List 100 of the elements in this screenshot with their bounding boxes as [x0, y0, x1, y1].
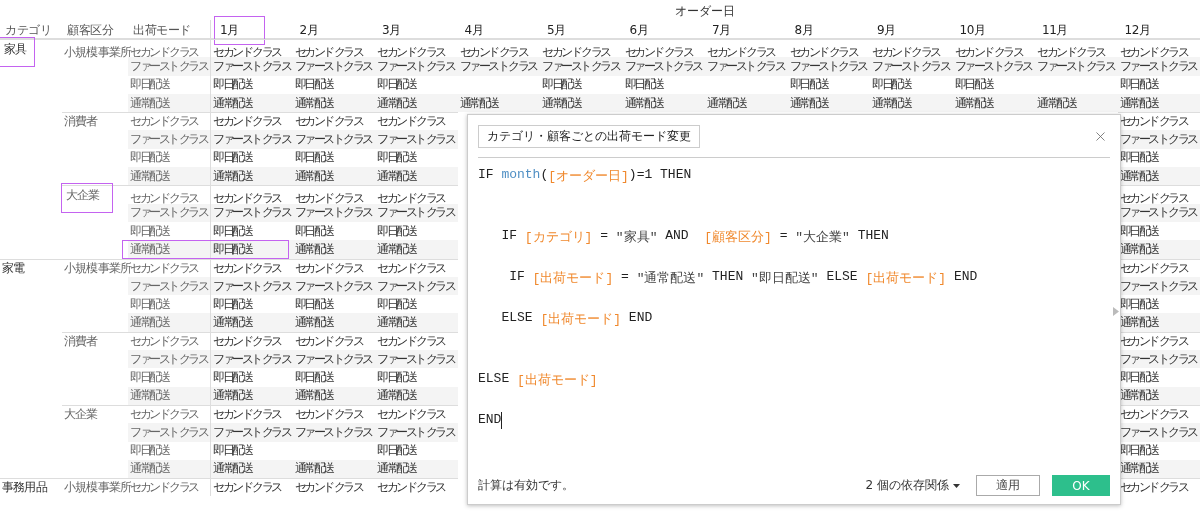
month-header: 6月: [629, 22, 649, 39]
table-cell: ファースト クラス: [787, 57, 870, 76]
table-cell: 通常配送: [375, 167, 458, 186]
field-reference: [出荷モード]: [517, 372, 598, 389]
month-header: 3月: [382, 22, 401, 39]
segment-label: 大企業: [64, 186, 110, 211]
table-cell: ファースト クラス: [210, 130, 293, 149]
table-cell-text: 即日配送: [1118, 149, 1159, 167]
month-header: 4月: [464, 22, 484, 39]
table-cell: 通常配送: [292, 93, 375, 113]
code-text: =: [599, 228, 610, 243]
table-cell: 通常配送: [210, 386, 293, 405]
table-cell: 通常配送: [705, 93, 788, 113]
table-cell: 通常配送: [292, 240, 375, 259]
month-header: 2月: [299, 22, 319, 39]
dependencies-dropdown[interactable]: 2 個の依存関係: [865, 477, 960, 494]
code-editor[interactable]: IF month([オーダー日])=1 THEN IF [カテゴリ] = "家具" AND [顧客区分] = "大企業" THEN IF [出荷モード] = "通常配送" THEN "即日配送" ELSE [出荷モード] END ELSE [出荷モード] END ELSE [出荷モード] END: [478, 158, 1110, 475]
row-header: 顧客区分: [67, 22, 113, 39]
row-header-cell-text: 即日配送: [129, 442, 170, 460]
table-cell: ファースト クラス: [375, 350, 458, 369]
table-cell: 通常配送: [292, 313, 375, 332]
table-cell-text: 即日配送: [1118, 222, 1159, 240]
row-header-cell-text: 即日配送: [129, 369, 170, 386]
table-cell: ファースト クラス: [952, 57, 1035, 76]
row-header-cell: 通常配送: [128, 313, 210, 332]
row-header-cell-text: 即日配送: [129, 222, 170, 240]
table-cell: ファースト クラス: [292, 423, 375, 442]
table-cell: 通常配送: [1035, 93, 1118, 113]
row-header-cell-text: 即日配送: [129, 295, 170, 313]
field-reference: [出荷モード]: [532, 270, 614, 287]
table-cell: ファースト クラス: [375, 130, 458, 149]
code-keyword: THEN: [856, 228, 889, 243]
close-icon[interactable]: [1093, 129, 1108, 144]
table-cell: 通常配送: [210, 459, 293, 479]
table-cell: ファースト クラス: [1035, 57, 1118, 76]
field-reference: [顧客区分]: [704, 229, 772, 246]
table-cell: ファースト クラス: [210, 276, 293, 296]
string-literal: "大企業": [795, 229, 850, 246]
calculation-name-field[interactable]: カテゴリ・顧客ごとの出荷モード変更: [478, 125, 700, 148]
table-cell: ファースト クラス: [375, 203, 458, 222]
table-cell: ファースト クラス: [210, 57, 293, 76]
code-text: =: [620, 269, 630, 284]
row-header-cell: ファースト クラス: [128, 57, 210, 76]
table-cell-text: 即日配送: [871, 76, 912, 94]
table-cell: ファースト クラス: [292, 203, 375, 222]
code-keyword: ELSE: [478, 371, 511, 386]
code-text: (: [540, 167, 549, 182]
table-cell: 通常配送: [375, 386, 458, 405]
table-cell: ファースト クラス: [210, 350, 293, 369]
table-cell: 通常配送: [952, 93, 1035, 113]
code-function: month: [501, 167, 541, 182]
table-cell: セカンド クラス: [375, 258, 458, 277]
table-cell: ファースト クラス: [870, 57, 953, 76]
code-keyword: END: [627, 310, 653, 325]
apply-button[interactable]: 適用: [976, 475, 1040, 496]
table-cell: ファースト クラス: [210, 423, 293, 442]
table-cell-text: 即日配送: [376, 149, 417, 167]
table-cell: セカンド クラス: [210, 258, 293, 277]
string-literal: "通常配送": [636, 270, 705, 287]
table-cell: 即日配送: [210, 75, 293, 94]
code-keyword: END: [478, 412, 502, 427]
month-header: 5月: [547, 22, 566, 39]
table-cell: 即日配送: [210, 441, 293, 460]
table-cell-text: 即日配送: [293, 295, 334, 313]
code-keyword: IF: [478, 167, 495, 182]
table-cell: ファースト クラス: [375, 276, 458, 296]
row-header-cell-text: 即日配送: [129, 149, 170, 167]
table-cell: 通常配送: [375, 459, 458, 479]
segment-label: 消費者: [64, 113, 98, 131]
table-cell-text: 即日配送: [376, 369, 417, 386]
table-cell: セカンド クラス: [292, 258, 375, 277]
table-cell: セカンド クラス: [375, 478, 458, 497]
code-keyword: THEN: [711, 269, 745, 284]
table-cell-text: 即日配送: [376, 76, 417, 94]
table-cell: ファースト クラス: [375, 57, 458, 76]
field-reference: [出荷モード]: [865, 270, 947, 287]
category-label: 事務用品: [2, 479, 47, 497]
row-header-cell: 通常配送: [128, 459, 210, 479]
code-keyword: ELSE: [825, 269, 859, 284]
caret-icon: [953, 483, 960, 488]
segment-label: 消費者: [64, 332, 98, 350]
row-header-cell: ファースト クラス: [128, 276, 210, 296]
category-label: 家電: [2, 259, 25, 277]
table-cell: 通常配送: [540, 93, 623, 113]
table-cell: ファースト クラス: [292, 57, 375, 76]
table-cell: 通常配送: [1117, 93, 1200, 113]
table-cell: 通常配送: [457, 93, 540, 113]
table-cell-text: 即日配送: [1118, 76, 1159, 94]
row-header-cell: ファースト クラス: [128, 423, 210, 442]
code-keyword: IF: [508, 269, 526, 284]
calculation-status: 計算は有効です。: [478, 477, 575, 494]
table-cell-text: 即日配送: [788, 76, 829, 94]
month-header: 8月: [794, 22, 814, 39]
table-cell: ファースト クラス: [622, 57, 705, 76]
table-cell-text: 即日配送: [541, 76, 582, 94]
column-group-header: オーダー日: [675, 3, 735, 20]
table-cell: 通常配送: [622, 93, 705, 113]
row-header-cell: ファースト クラス: [128, 350, 210, 369]
table-cell: 通常配送: [292, 459, 375, 479]
expand-arrow-icon[interactable]: [1113, 307, 1119, 316]
